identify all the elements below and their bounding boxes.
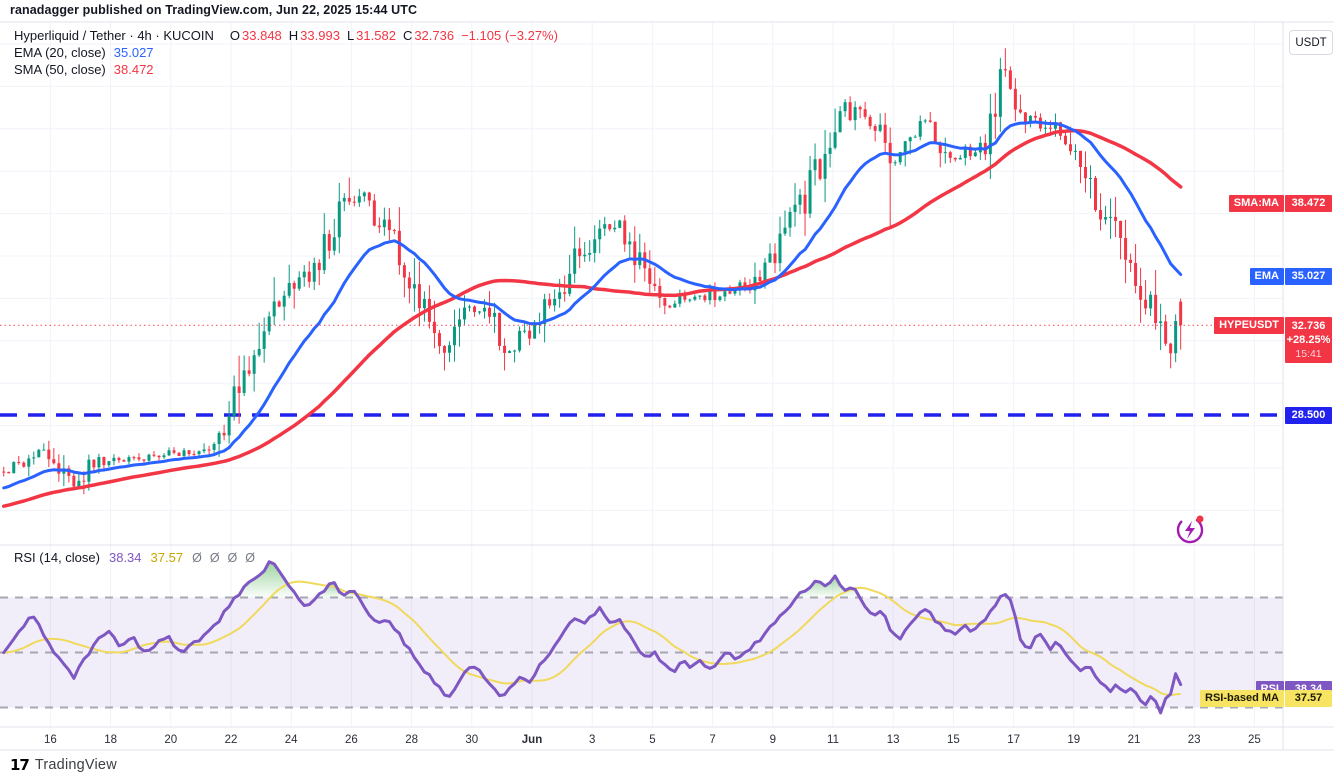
- sma-price-value: 38.472: [1285, 195, 1332, 212]
- sma-price-badge-label: SMA:MA: [1229, 195, 1284, 212]
- ohlc-letter: O: [230, 27, 240, 44]
- time-axis-label: Jun: [522, 733, 542, 747]
- rsi-ma-badge-label: RSI-based MA: [1200, 690, 1284, 707]
- rsi-empty-slot: Ø: [245, 551, 255, 565]
- time-axis-label: 18: [104, 733, 117, 747]
- rsi-ma-badge: RSI-based MA37.57: [1200, 690, 1332, 707]
- level-price-value: 28.500: [1285, 407, 1332, 424]
- rsi-label: RSI (14, close): [14, 550, 100, 565]
- tradingview-wordmark: TradingView: [35, 757, 117, 773]
- time-axis-label: 25: [1248, 733, 1261, 747]
- ema-price-badge-label: EMA: [1250, 268, 1284, 285]
- ohlc-value: 31.582: [356, 27, 396, 44]
- sma-value: 38.472: [114, 61, 154, 78]
- ohlc-value: 32.736: [414, 27, 454, 44]
- ema-label: EMA (20, close): [14, 44, 106, 61]
- time-axis-label: 7: [709, 733, 715, 747]
- rsi-legend-row[interactable]: RSI (14, close) 38.34 37.57 ØØØØ: [14, 549, 263, 566]
- time-axis-label: 20: [164, 733, 177, 747]
- rsi-empty-slot: Ø: [210, 551, 220, 565]
- rsi-ma-value: 37.57: [151, 550, 184, 565]
- time-axis-label: 11: [827, 733, 839, 747]
- rsi-empty-slot: Ø: [228, 551, 238, 565]
- rsi-empty-slot: Ø: [192, 551, 202, 565]
- time-axis-label: 23: [1188, 733, 1201, 747]
- time-axis-label: 9: [770, 733, 776, 747]
- last-price-value: 32.736+28.25%15:41: [1285, 317, 1332, 363]
- price-axis[interactable]: 44.00042.00040.00038.00036.00034.00030.0…: [1284, 22, 1334, 750]
- ema-legend-row[interactable]: EMA (20, close) 35.027: [14, 44, 558, 61]
- time-axis-label: 5: [649, 733, 655, 747]
- ohlc-value: 33.848: [242, 27, 282, 44]
- currency-toggle-button[interactable]: USDT: [1289, 30, 1333, 55]
- symbol-title: Hyperliquid / Tether · 4h · KUCOIN: [14, 27, 214, 44]
- tradingview-brand[interactable]: 17 TradingView: [10, 756, 117, 774]
- ema-price-badge: EMA35.027: [1250, 268, 1332, 285]
- level-price-badge: 28.500: [1285, 407, 1332, 424]
- chart-canvas[interactable]: [0, 0, 1334, 781]
- sma-label: SMA (50, close): [14, 61, 106, 78]
- time-axis-label: 17: [1007, 733, 1020, 747]
- last-price-badge: HYPEUSDT32.736+28.25%15:41: [1214, 317, 1332, 363]
- boost-icon[interactable]: [1173, 513, 1206, 546]
- time-axis-label: 13: [887, 733, 900, 747]
- rsi-empty-slots: ØØØØ: [192, 551, 263, 565]
- time-axis-label: 30: [465, 733, 478, 747]
- ema-value: 35.027: [114, 44, 154, 61]
- ohlc-values: O33.848 H33.993 L31.582 C32.736: [223, 27, 454, 44]
- last-price-cd: 15:41: [1285, 347, 1332, 361]
- time-axis-label: 3: [589, 733, 595, 747]
- last-price-c: +28.25%: [1285, 333, 1332, 347]
- ohlc-letter: H: [289, 27, 298, 44]
- time-axis-label: 26: [345, 733, 358, 747]
- time-axis-label: 22: [225, 733, 238, 747]
- ohlc-letter: C: [403, 27, 412, 44]
- change-value: −1.105 (−3.27%): [461, 27, 558, 44]
- tradingview-logo-icon: 17: [10, 756, 29, 774]
- ohlc-value: 33.993: [300, 27, 340, 44]
- time-axis-label: 16: [44, 733, 57, 747]
- time-axis-label: 24: [285, 733, 298, 747]
- ohlc-letter: L: [347, 27, 354, 44]
- symbol-legend-row[interactable]: Hyperliquid / Tether · 4h · KUCOIN O33.8…: [14, 27, 558, 44]
- chart-stage: ranadagger published on TradingView.com,…: [0, 0, 1334, 781]
- time-axis-label: 28: [405, 733, 418, 747]
- time-axis-label: 21: [1128, 733, 1141, 747]
- attribution-text: ranadagger published on TradingView.com,…: [10, 3, 417, 17]
- main-legend: Hyperliquid / Tether · 4h · KUCOIN O33.8…: [14, 27, 558, 78]
- rsi-ma-badge-value: 37.57: [1285, 690, 1332, 707]
- ema-price-value: 35.027: [1285, 268, 1332, 285]
- time-axis-label: 15: [947, 733, 960, 747]
- sma-price-badge: SMA:MA38.472: [1229, 195, 1332, 212]
- sma-legend-row[interactable]: SMA (50, close) 38.472: [14, 61, 558, 78]
- rsi-value: 38.34: [109, 550, 142, 565]
- last-price-badge-label: HYPEUSDT: [1214, 317, 1284, 334]
- last-price-v: 32.736: [1285, 319, 1332, 333]
- time-axis-label: 19: [1067, 733, 1080, 747]
- rsi-pane: [0, 562, 1283, 713]
